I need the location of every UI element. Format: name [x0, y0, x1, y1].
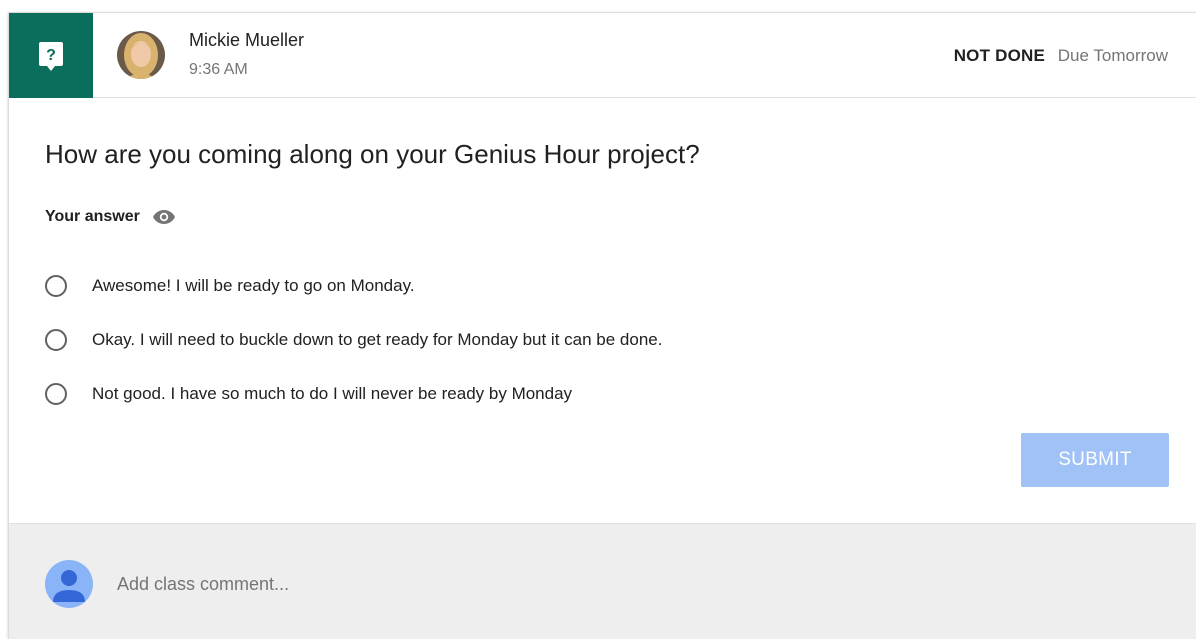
- radio-button[interactable]: [45, 329, 67, 351]
- answer-option-label: Awesome! I will be ready to go on Monday…: [92, 276, 415, 295]
- answer-option[interactable]: Awesome! I will be ready to go on Monday…: [45, 273, 415, 299]
- answer-header: Your answer: [45, 207, 176, 227]
- status-badge: NOT DONE: [953, 46, 1046, 65]
- question-title: How are you coming along on your Genius …: [45, 139, 700, 169]
- author-name: Mickie Mueller: [189, 30, 305, 50]
- question-icon: ?: [39, 42, 63, 71]
- submit-button[interactable]: SUBMIT: [1021, 433, 1169, 487]
- question-type-badge: ?: [9, 13, 93, 98]
- eye-icon[interactable]: [152, 209, 176, 225]
- answer-option-label: Not good. I have so much to do I will ne…: [92, 384, 573, 403]
- post-time: 9:36 AM: [189, 61, 248, 78]
- answer-option[interactable]: Not good. I have so much to do I will ne…: [45, 381, 572, 407]
- assignment-status: NOT DONE Due Tomorrow: [954, 46, 1168, 66]
- svg-text:?: ?: [46, 47, 56, 64]
- comment-section: [9, 523, 1196, 639]
- user-avatar-icon: [45, 560, 93, 608]
- answer-option[interactable]: Okay. I will need to buckle down to get …: [45, 327, 662, 353]
- author-avatar[interactable]: [117, 31, 165, 79]
- radio-button[interactable]: [45, 275, 67, 297]
- post-header: ? Mickie Mueller 9:36 AM NOT DONE Due To…: [9, 13, 1196, 98]
- answer-option-label: Okay. I will need to buckle down to get …: [92, 330, 663, 349]
- assignment-card: ? Mickie Mueller 9:36 AM NOT DONE Due To…: [8, 12, 1196, 639]
- answer-label: Your answer: [45, 208, 140, 225]
- class-comment-input[interactable]: [117, 568, 717, 600]
- due-date: Due Tomorrow: [1057, 46, 1168, 65]
- radio-button[interactable]: [45, 383, 67, 405]
